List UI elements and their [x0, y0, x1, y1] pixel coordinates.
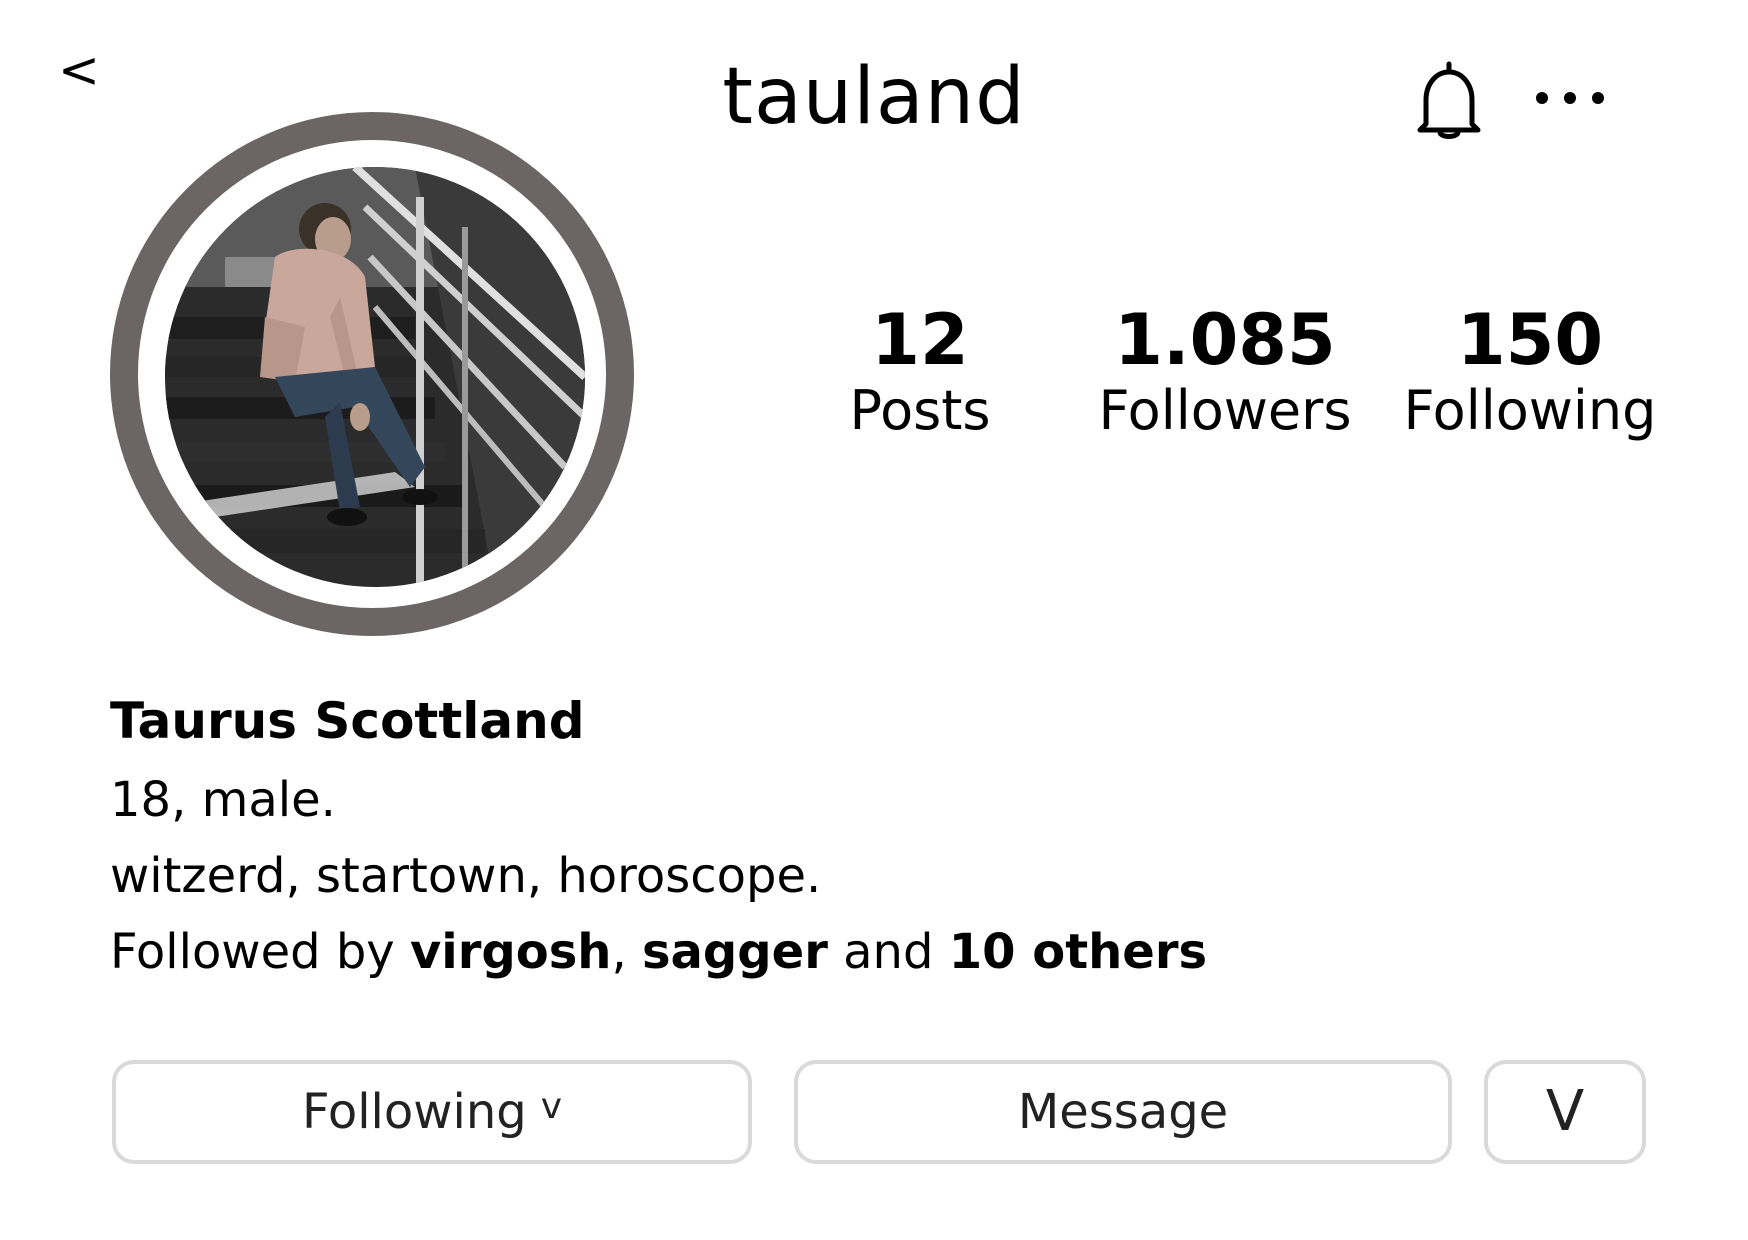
avatar[interactable] — [165, 167, 585, 587]
stat-following[interactable]: 150 Following — [1400, 300, 1660, 442]
bio-line-age: 18, male. — [110, 772, 336, 828]
following-count: 150 — [1456, 299, 1604, 381]
followers-count: 1.085 — [1114, 299, 1336, 381]
message-button-label: Message — [1017, 1084, 1229, 1140]
posts-count: 12 — [871, 299, 969, 381]
suggested-accounts-button[interactable]: V — [1484, 1060, 1646, 1164]
stat-followers[interactable]: 1.085 Followers — [1080, 300, 1370, 442]
stat-posts[interactable]: 12 Posts — [830, 300, 1010, 442]
following-button[interactable]: Following v — [112, 1060, 752, 1164]
chevron-down-icon: V — [1545, 1079, 1585, 1144]
bell-icon[interactable] — [1412, 60, 1486, 142]
followed-by-separator: , — [611, 924, 642, 980]
followers-label: Followers — [1098, 379, 1352, 442]
following-label: Following — [1403, 379, 1657, 442]
profile-full-name: Taurus Scottland — [110, 692, 585, 750]
more-horizontal-icon[interactable] — [1530, 78, 1610, 118]
followed-by-user-2[interactable]: sagger — [642, 924, 828, 980]
message-button[interactable]: Message — [794, 1060, 1452, 1164]
followed-by-prefix: Followed by — [110, 924, 410, 980]
chevron-down-icon: v — [540, 1085, 563, 1127]
followed-by-user-1[interactable]: virgosh — [410, 924, 612, 980]
bio-line-interests: witzerd, startown, horoscope. — [110, 848, 822, 904]
followed-by-and: and — [827, 924, 949, 980]
followed-by-text[interactable]: Followed by virgosh, sagger and 10 other… — [110, 922, 1207, 982]
posts-label: Posts — [849, 379, 991, 442]
following-button-label: Following — [301, 1084, 527, 1140]
followed-by-others[interactable]: 10 others — [949, 924, 1207, 980]
